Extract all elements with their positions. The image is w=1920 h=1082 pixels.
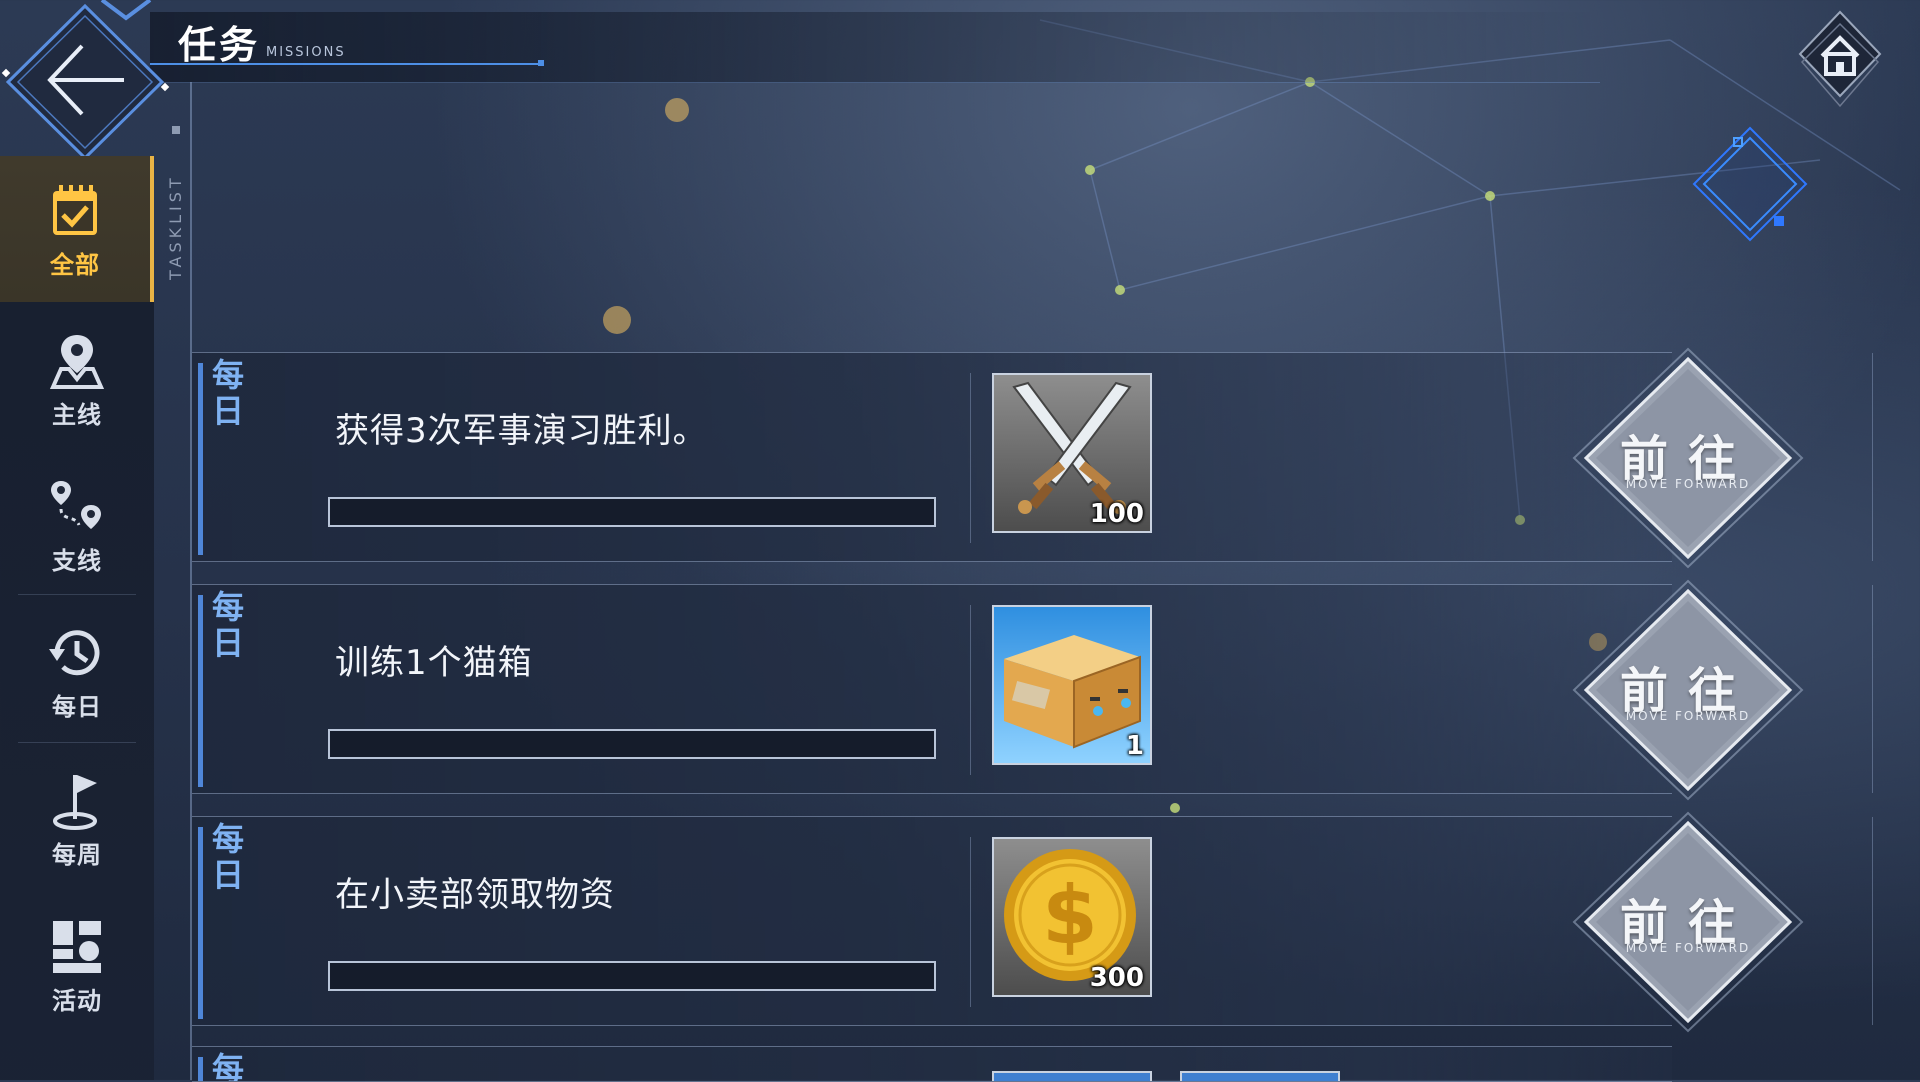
mission-card: 每日 在小卖部领取物资 0/1 $ 300 前往 MOVE FORWARD — [192, 811, 1873, 1033]
mission-accent — [198, 595, 203, 787]
sidebar-item-label: 支线 — [52, 546, 102, 575]
mission-type-tag: 每日 — [211, 588, 244, 662]
mission-reward[interactable]: $ 300 — [992, 837, 1152, 997]
mission-card: 每日 训练1个猫箱 0/1 1 前往 MOVE FORWARD — [192, 579, 1873, 801]
flag-icon — [53, 774, 97, 830]
sidebar-item-main[interactable]: 主线 — [0, 306, 154, 452]
map-pin-icon — [49, 334, 105, 389]
sidebar-item-side[interactable]: 支线 — [0, 452, 154, 598]
tasklist-label: TASKLIST — [166, 174, 185, 280]
header-bar — [150, 12, 1600, 83]
sidebar-divider — [18, 594, 136, 595]
move-forward-sublabel: MOVE FORWARD — [1625, 941, 1751, 955]
sidebar-item-daily[interactable]: 每日 — [0, 598, 154, 744]
move-forward-button[interactable]: 前往 MOVE FORWARD — [1566, 345, 1810, 571]
reward-slot-partial — [1180, 1071, 1340, 1081]
sidebar-divider — [18, 742, 136, 743]
mission-progress-bar — [328, 961, 936, 991]
sidebar-item-label: 主线 — [52, 400, 102, 429]
mission-progress-bar — [328, 497, 936, 527]
move-forward-button[interactable]: 前往 MOVE FORWARD — [1566, 809, 1810, 1035]
mission-accent — [198, 363, 203, 555]
mission-progress-bar — [328, 729, 936, 759]
sidebar-item-label: 每周 — [52, 840, 102, 869]
page-subtitle: MISSIONS — [266, 45, 346, 60]
mission-description: 获得3次军事演习胜利。 — [335, 411, 708, 451]
calendar-check-icon — [53, 184, 97, 235]
move-forward-sublabel: MOVE FORWARD — [1625, 477, 1751, 491]
mission-reward[interactable]: 1 — [992, 605, 1152, 765]
clock-history-icon — [49, 629, 100, 675]
title-underline — [150, 63, 544, 65]
mission-accent — [198, 1057, 203, 1081]
home-button[interactable] — [1792, 6, 1888, 110]
mission-type-tag: 每 — [211, 1050, 244, 1082]
tasklist-marker — [172, 126, 180, 134]
home-icon — [1798, 10, 1882, 108]
back-button[interactable] — [0, 0, 170, 161]
mission-separator — [970, 837, 971, 1007]
mission-separator — [970, 373, 971, 543]
mission-accent — [198, 827, 203, 1019]
back-arrow-icon — [1, 0, 170, 161]
activity-grid-icon — [53, 920, 101, 973]
sidebar-item-label: 全部 — [50, 250, 100, 279]
sidebar-item-label: 每日 — [52, 692, 102, 721]
reward-count: 100 — [1089, 499, 1144, 529]
reward-count: 1 — [1125, 731, 1144, 761]
move-forward-sublabel: MOVE FORWARD — [1625, 709, 1751, 723]
reward-slot-partial — [992, 1071, 1152, 1081]
svg-text:$: $ — [1042, 869, 1098, 962]
move-forward-button[interactable]: 前往 MOVE FORWARD — [1566, 577, 1810, 803]
reward-count: 300 — [1089, 963, 1144, 993]
sidebar-item-events[interactable]: 活动 — [0, 892, 154, 1038]
sidebar-item-all[interactable]: 全部 — [0, 156, 154, 302]
title-underline-dot — [538, 60, 544, 66]
mission-description: 在小卖部领取物资 — [335, 875, 615, 915]
mission-description: 训练1个猫箱 — [335, 643, 533, 683]
sidebar-item-weekly[interactable]: 每周 — [0, 746, 154, 892]
mission-reward[interactable]: 100 — [992, 373, 1152, 533]
page-title: 任务 — [178, 23, 261, 67]
route-pins-icon — [51, 480, 101, 529]
decorative-diamond — [1692, 126, 1808, 242]
mission-card: 每日 获得3次军事演习胜利。 0/3 100 前往 MOVE FORWARD — [192, 347, 1873, 569]
mission-type-tag: 每日 — [211, 820, 244, 894]
sidebar-item-label: 活动 — [52, 986, 102, 1015]
mission-card-partial: 每 — [192, 1046, 1672, 1082]
mission-separator — [970, 605, 971, 775]
mission-type-tag: 每日 — [211, 356, 244, 430]
